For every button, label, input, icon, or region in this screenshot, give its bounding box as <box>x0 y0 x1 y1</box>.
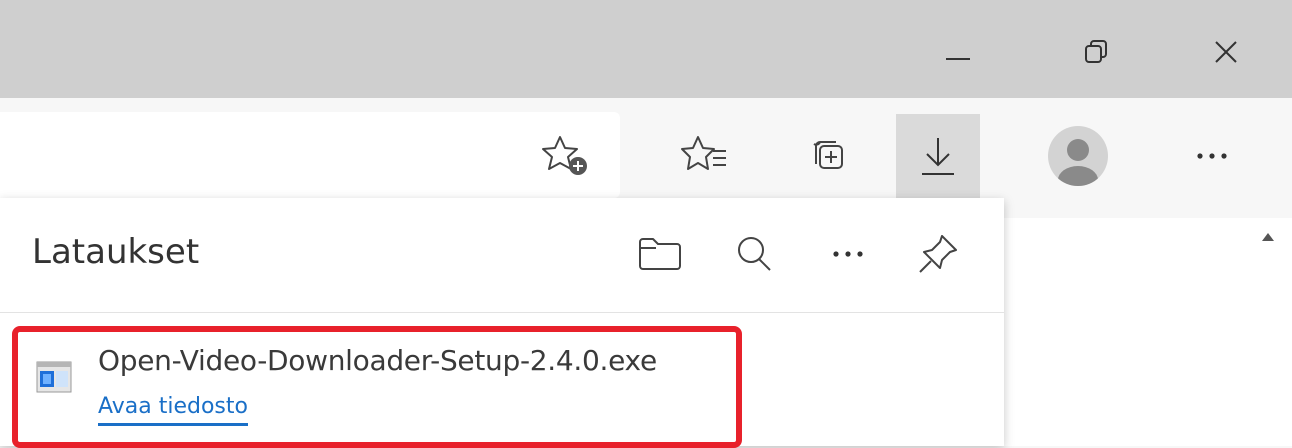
favorites-list-icon <box>681 136 726 170</box>
restore-icon <box>1085 40 1107 63</box>
download-icon <box>922 138 954 175</box>
search-icon <box>738 237 771 271</box>
search-downloads-button[interactable] <box>722 222 786 286</box>
collections-button[interactable] <box>788 114 872 198</box>
minimize-button[interactable] <box>928 22 988 82</box>
open-file-link[interactable]: Avaa tiedosto <box>98 394 248 426</box>
scrollbar-up-arrow[interactable] <box>1250 222 1286 252</box>
close-button[interactable] <box>1196 22 1256 82</box>
open-folder-button[interactable] <box>628 222 692 286</box>
close-icon <box>1215 41 1237 63</box>
pin-panel-button[interactable] <box>906 222 970 286</box>
downloads-panel-title: Lataukset <box>32 232 200 272</box>
folder-icon <box>639 238 681 270</box>
caret-up-icon <box>1262 233 1274 241</box>
settings-more-button[interactable] <box>1170 114 1254 198</box>
star-add-icon <box>542 136 587 175</box>
download-item[interactable]: Open-Video-Downloader-Setup-2.4.0.exe Av… <box>12 326 742 448</box>
download-file-name[interactable]: Open-Video-Downloader-Setup-2.4.0.exe <box>98 344 657 377</box>
ellipsis-icon <box>1197 153 1227 159</box>
avatar-icon <box>1048 126 1108 186</box>
pin-icon <box>919 235 957 273</box>
add-favorite-button[interactable] <box>524 114 608 198</box>
minimize-icon <box>946 58 970 60</box>
panel-divider <box>0 312 1004 313</box>
ellipsis-icon <box>833 251 863 257</box>
downloads-button[interactable] <box>896 114 980 198</box>
restore-button[interactable] <box>1066 22 1126 82</box>
page-content <box>1004 218 1292 446</box>
installer-file-icon <box>36 361 72 393</box>
favorites-button[interactable] <box>664 114 748 198</box>
collections-icon <box>813 141 843 169</box>
more-options-button[interactable] <box>816 222 880 286</box>
profile-button[interactable] <box>1036 114 1120 198</box>
